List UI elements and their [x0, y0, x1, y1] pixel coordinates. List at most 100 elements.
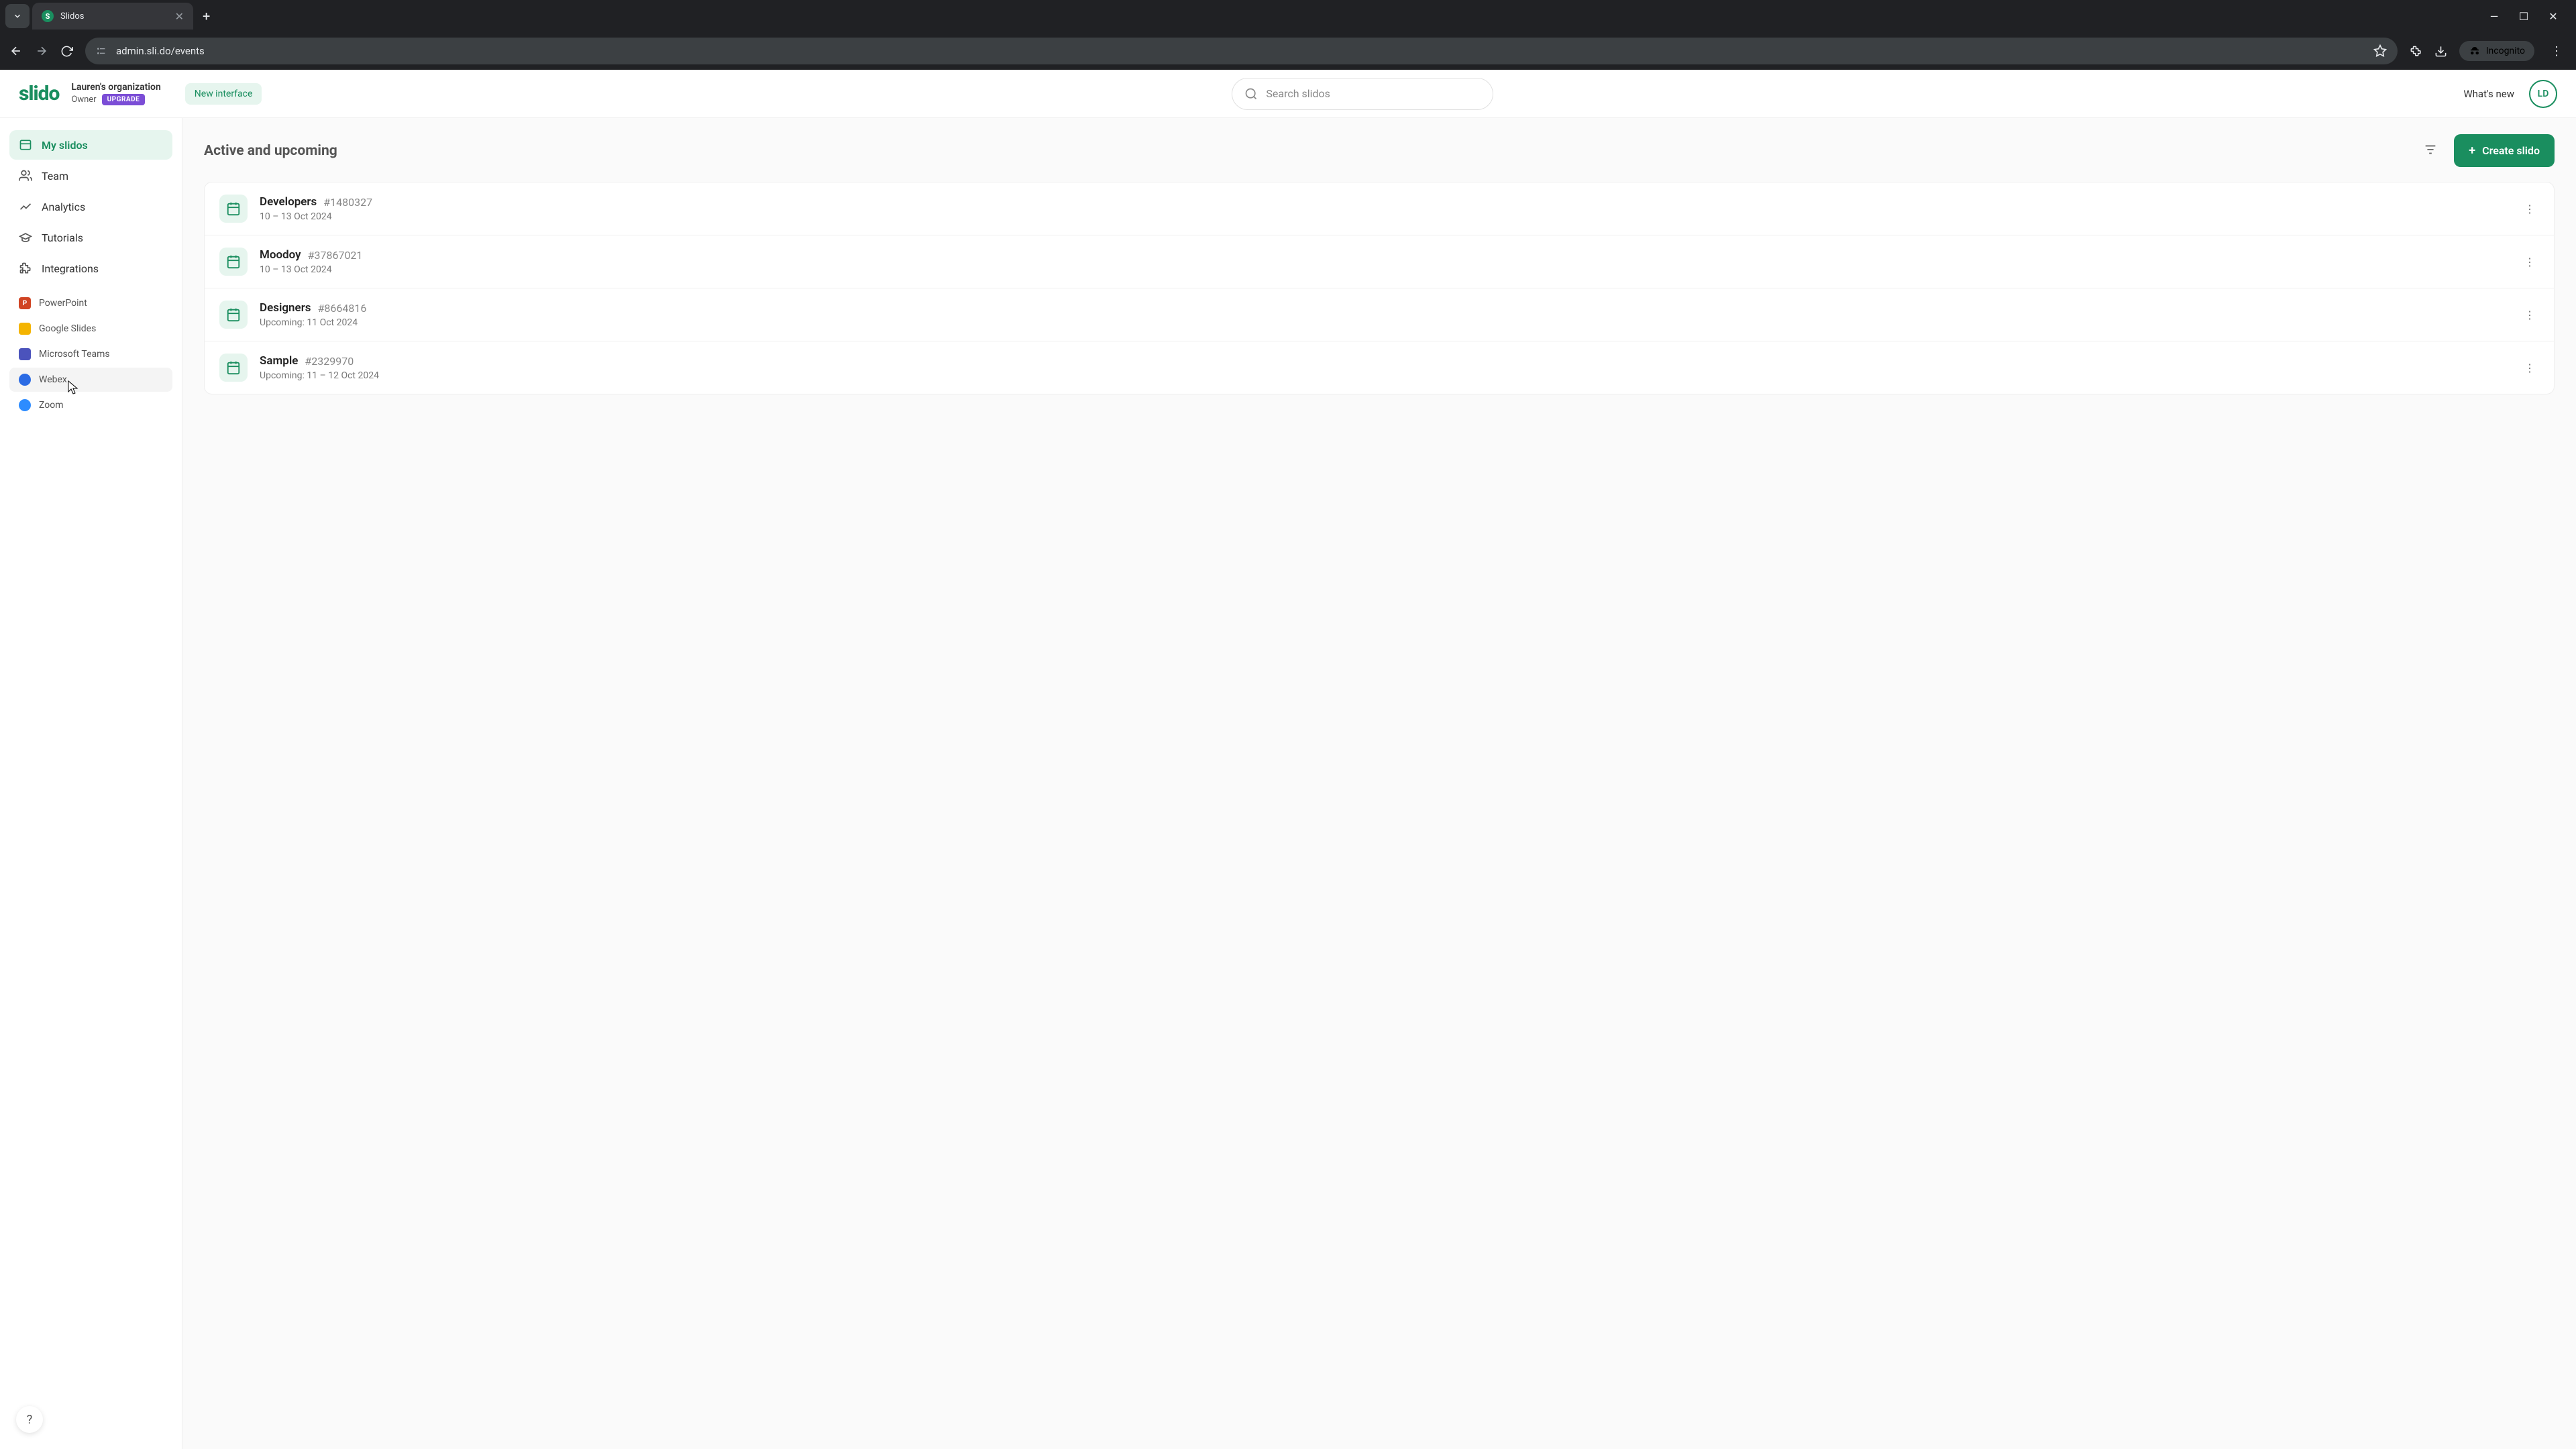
site-settings-icon[interactable]	[96, 46, 107, 56]
incognito-icon	[2469, 45, 2481, 57]
event-name: Developers	[260, 195, 317, 209]
minimize-button[interactable]: —	[2487, 10, 2501, 23]
logo[interactable]: slido	[19, 82, 59, 105]
tab-title: Slidos	[60, 11, 168, 21]
browser-tab[interactable]: S Slidos ✕	[32, 3, 193, 30]
plus-icon: +	[2469, 144, 2475, 158]
close-tab-button[interactable]: ✕	[175, 10, 184, 23]
incognito-label: Incognito	[2486, 46, 2525, 56]
event-code: #1480327	[323, 196, 372, 209]
browser-menu-button[interactable]: ⋮	[2546, 44, 2567, 58]
sidebar-item-team[interactable]: Team	[9, 161, 172, 191]
sidebar-item-integrations[interactable]: Integrations	[9, 254, 172, 283]
event-name: Sample	[260, 354, 298, 368]
window-controls: — ☐ ✕	[2487, 10, 2571, 23]
event-date: Upcoming: 11 Oct 2024	[260, 317, 2508, 328]
downloads-button[interactable]	[2434, 45, 2447, 58]
forward-button[interactable]	[35, 44, 48, 58]
event-code: #37867021	[308, 249, 363, 262]
app-header: slido Lauren's organization Owner UPGRAD…	[0, 70, 2576, 118]
create-slido-label: Create slido	[2482, 144, 2540, 157]
event-row[interactable]: Moodoy #37867021 10 – 13 Oct 2024 ⋮	[205, 235, 2554, 288]
event-name: Moodoy	[260, 248, 301, 262]
integration-google-slides[interactable]: Google Slides	[9, 317, 172, 341]
filter-button[interactable]	[2419, 138, 2442, 164]
event-menu-button[interactable]: ⋮	[2520, 199, 2539, 219]
tab-strip: S Slidos ✕ + — ☐ ✕	[0, 0, 2576, 32]
integration-powerpoint[interactable]: P PowerPoint	[9, 291, 172, 315]
close-window-button[interactable]: ✕	[2546, 10, 2560, 23]
sidebar-item-my-slidos[interactable]: My slidos	[9, 130, 172, 160]
organization-role: Owner	[71, 95, 96, 105]
sidebar-item-tutorials[interactable]: Tutorials	[9, 223, 172, 252]
event-date: Upcoming: 11 – 12 Oct 2024	[260, 370, 2508, 381]
whats-new-link[interactable]: What's new	[2463, 88, 2514, 100]
sidebar-item-label: Analytics	[42, 201, 85, 213]
calendar-icon	[219, 248, 248, 276]
integration-label: Zoom	[39, 400, 64, 411]
analytics-icon	[19, 200, 32, 213]
url-text: admin.sli.do/events	[116, 45, 205, 57]
tabs-dropdown-button[interactable]	[5, 4, 30, 28]
extensions-button[interactable]	[2410, 45, 2422, 58]
arrow-right-icon	[35, 44, 48, 58]
search-box[interactable]	[1232, 78, 1493, 110]
upgrade-badge[interactable]: UPGRADE	[102, 94, 146, 105]
reload-button[interactable]	[60, 45, 73, 58]
organization-name: Lauren's organization	[71, 82, 160, 93]
sidebar-item-label: Team	[42, 170, 68, 182]
browser-chrome: S Slidos ✕ + — ☐ ✕ admin.sli.do/events	[0, 0, 2576, 70]
maximize-button[interactable]: ☐	[2517, 10, 2530, 23]
bookmark-star-icon[interactable]	[2373, 44, 2387, 58]
browser-toolbar: admin.sli.do/events Incognito ⋮	[0, 32, 2576, 70]
event-menu-button[interactable]: ⋮	[2520, 358, 2539, 378]
reload-icon	[60, 45, 73, 58]
incognito-badge[interactable]: Incognito	[2459, 41, 2534, 61]
integration-webex[interactable]: Webex	[9, 368, 172, 392]
event-date: 10 – 13 Oct 2024	[260, 264, 2508, 275]
app-root: slido Lauren's organization Owner UPGRAD…	[0, 70, 2576, 1449]
create-slido-button[interactable]: + Create slido	[2454, 134, 2555, 167]
sidebar-item-label: Integrations	[42, 262, 99, 275]
main-header: Active and upcoming + Create slido	[204, 134, 2555, 167]
search-icon	[1244, 87, 1258, 101]
powerpoint-icon: P	[19, 297, 31, 309]
event-code: #8664816	[318, 302, 367, 315]
filter-icon	[2423, 142, 2438, 157]
chevron-down-icon	[13, 11, 22, 21]
event-row[interactable]: Designers #8664816 Upcoming: 11 Oct 2024…	[205, 288, 2554, 341]
sidebar-item-label: My slidos	[42, 139, 88, 152]
url-bar[interactable]: admin.sli.do/events	[85, 38, 2398, 64]
zoom-icon	[19, 399, 31, 411]
event-menu-button[interactable]: ⋮	[2520, 305, 2539, 325]
puzzle-icon	[2410, 45, 2422, 58]
new-tab-button[interactable]: +	[196, 8, 217, 24]
app-body: My slidos Team Analytics Tutorials	[0, 118, 2576, 1449]
event-row[interactable]: Developers #1480327 10 – 13 Oct 2024 ⋮	[205, 182, 2554, 235]
tab-favicon: S	[42, 10, 54, 22]
help-button[interactable]: ?	[16, 1406, 43, 1433]
arrow-left-icon	[9, 44, 23, 58]
avatar[interactable]: LD	[2529, 80, 2557, 108]
event-row[interactable]: Sample #2329970 Upcoming: 11 – 12 Oct 20…	[205, 341, 2554, 394]
organization-block[interactable]: Lauren's organization Owner UPGRADE	[71, 82, 160, 105]
new-interface-badge[interactable]: New interface	[185, 83, 262, 105]
integrations-icon	[19, 262, 32, 275]
microsoft-teams-icon	[19, 348, 31, 360]
event-menu-button[interactable]: ⋮	[2520, 252, 2539, 272]
search-input[interactable]	[1266, 87, 1481, 100]
event-date: 10 – 13 Oct 2024	[260, 211, 2508, 222]
team-icon	[19, 169, 32, 182]
webex-icon	[19, 374, 31, 386]
tutorials-icon	[19, 231, 32, 244]
calendar-icon	[219, 195, 248, 223]
calendar-icon	[219, 301, 248, 329]
sidebar-item-analytics[interactable]: Analytics	[9, 192, 172, 221]
calendar-icon	[219, 354, 248, 382]
sidebar: My slidos Team Analytics Tutorials	[0, 118, 182, 1449]
back-button[interactable]	[9, 44, 23, 58]
integration-microsoft-teams[interactable]: Microsoft Teams	[9, 342, 172, 366]
integration-zoom[interactable]: Zoom	[9, 393, 172, 417]
event-code: #2329970	[305, 355, 354, 368]
event-name: Designers	[260, 301, 311, 315]
